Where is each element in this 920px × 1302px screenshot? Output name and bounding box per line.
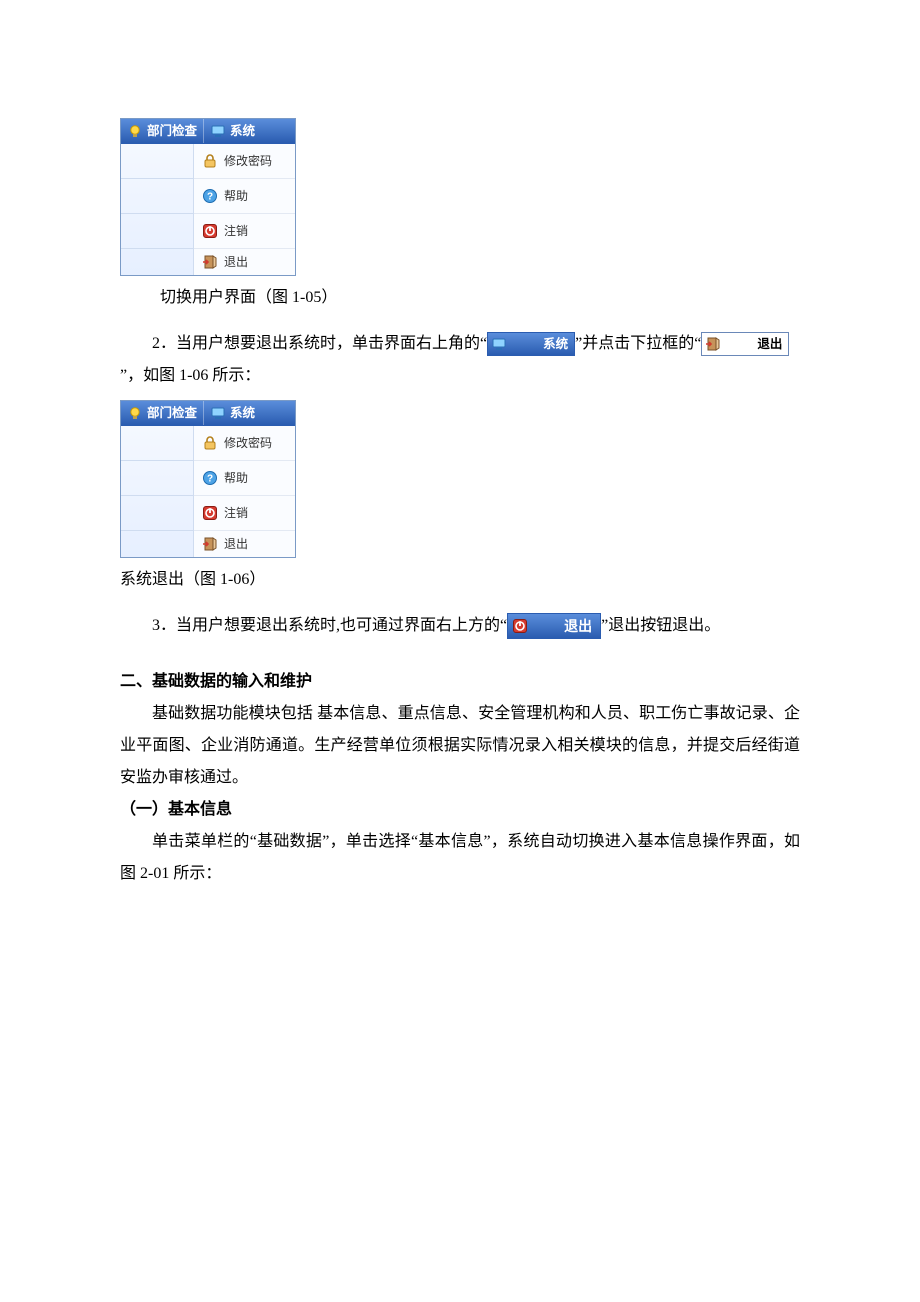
lock-icon — [202, 153, 218, 169]
text: ”，如图 1-06 所示： — [120, 367, 260, 384]
power-icon — [512, 618, 528, 634]
paragraph-3: 3．当用户想要退出系统时,也可通过界面右上方的“ 退出 ”退出按钮退出。 — [120, 610, 800, 642]
menu-item-change-password[interactable]: 修改密码 — [194, 426, 295, 461]
tab-system[interactable]: 系统 — [203, 401, 261, 425]
caption-fig106: 系统退出（图 1-06） — [120, 564, 800, 596]
help-icon — [202, 188, 218, 204]
paragraph-sub1-body: 单击菜单栏的“基础数据”，单击选择“基本信息”，系统自动切换进入基本信息操作界面… — [120, 826, 800, 890]
tab-label: 系统 — [230, 407, 255, 420]
menu-item-exit[interactable]: 退出 — [194, 249, 295, 275]
bulb-icon — [127, 123, 143, 139]
menu-item-label: 退出 — [224, 256, 248, 268]
text: 2．当用户想要退出系统时，单击界面右上角的“ — [152, 335, 487, 352]
menu-item-help[interactable]: 帮助 — [194, 461, 295, 496]
menu-item-label: 注销 — [224, 507, 248, 519]
tab-label: 部门检查 — [147, 125, 197, 138]
monitor-icon — [210, 123, 226, 139]
sidebar-strip — [121, 144, 193, 275]
power-icon — [202, 223, 218, 239]
tab-label: 系统 — [230, 125, 255, 138]
text: 3．当用户想要退出系统时,也可通过界面右上方的“ — [152, 617, 507, 634]
menu-screenshot-fig105: 部门检查 系统 修改密码 帮助 — [120, 118, 296, 276]
text: ”退出按钮退出。 — [601, 617, 720, 634]
chip-exit-big[interactable]: 退出 — [507, 613, 601, 639]
text: ”并点击下拉框的“ — [575, 335, 701, 352]
menu-item-exit[interactable]: 退出 — [194, 531, 295, 557]
power-icon — [202, 505, 218, 521]
menu-item-change-password[interactable]: 修改密码 — [194, 144, 295, 179]
tab-dept-inspect[interactable]: 部门检查 — [121, 119, 203, 143]
menu-item-logout[interactable]: 注销 — [194, 214, 295, 249]
menu-item-logout[interactable]: 注销 — [194, 496, 295, 531]
menu-item-help[interactable]: 帮助 — [194, 179, 295, 214]
menu-item-label: 帮助 — [224, 472, 248, 484]
door-exit-icon — [202, 254, 218, 270]
heading-2: 二、基础数据的输入和维护 — [120, 666, 800, 698]
sidebar-strip — [121, 426, 193, 557]
chip-exit[interactable]: 退出 — [701, 332, 789, 356]
menu-header: 部门检查 系统 — [121, 119, 295, 144]
menu-item-label: 注销 — [224, 225, 248, 237]
door-exit-icon — [705, 336, 721, 352]
monitor-icon — [491, 336, 507, 352]
tab-label: 部门检查 — [147, 407, 197, 420]
chip-label: 退出 — [725, 338, 782, 351]
menu-item-label: 修改密码 — [224, 437, 272, 449]
bulb-icon — [127, 405, 143, 421]
paragraph-intro: 基础数据功能模块包括 基本信息、重点信息、安全管理机构和人员、职工伤亡事故记录、… — [120, 698, 800, 794]
chip-system[interactable]: 系统 — [487, 332, 575, 356]
help-icon — [202, 470, 218, 486]
paragraph-2: 2．当用户想要退出系统时，单击界面右上角的“ 系统 ”并点击下拉框的“ 退出 ”… — [120, 328, 800, 392]
menu-header: 部门检查 系统 — [121, 401, 295, 426]
caption-fig105: 切换用户界面（图 1-05） — [120, 282, 800, 314]
menu-item-label: 退出 — [224, 538, 248, 550]
menu-item-label: 帮助 — [224, 190, 248, 202]
tab-system[interactable]: 系统 — [203, 119, 261, 143]
door-exit-icon — [202, 536, 218, 552]
lock-icon — [202, 435, 218, 451]
menu-item-label: 修改密码 — [224, 155, 272, 167]
subheading-1: （一）基本信息 — [120, 794, 800, 826]
monitor-icon — [210, 405, 226, 421]
tab-dept-inspect[interactable]: 部门检查 — [121, 401, 203, 425]
chip-label: 退出 — [532, 619, 592, 633]
chip-label: 系统 — [511, 338, 568, 351]
menu-screenshot-fig106: 部门检查 系统 修改密码 帮助 — [120, 400, 296, 558]
